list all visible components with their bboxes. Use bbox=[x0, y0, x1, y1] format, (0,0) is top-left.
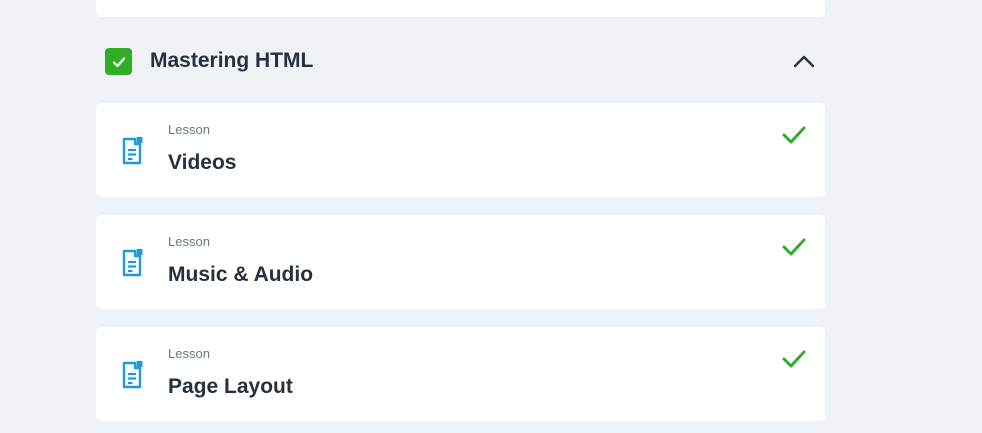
lesson-title: Page Layout bbox=[168, 375, 293, 398]
completed-check-icon bbox=[782, 350, 806, 368]
document-icon bbox=[122, 137, 143, 165]
section-complete-checkbox[interactable] bbox=[105, 48, 132, 75]
lesson-type-label: Lesson bbox=[168, 234, 210, 249]
section-header[interactable]: Mastering HTML bbox=[96, 40, 825, 82]
section-title: Mastering HTML bbox=[150, 49, 314, 72]
lesson-title: Videos bbox=[168, 151, 237, 174]
lesson-title: Music & Audio bbox=[168, 263, 314, 286]
completed-check-icon bbox=[782, 126, 806, 144]
lesson-item-videos[interactable]: Lesson Videos bbox=[96, 103, 825, 197]
completed-check-icon bbox=[782, 238, 806, 256]
chevron-up-icon bbox=[793, 55, 815, 68]
check-icon bbox=[112, 56, 125, 67]
lesson-item-page-layout[interactable]: Lesson Page Layout bbox=[96, 327, 825, 421]
document-icon bbox=[122, 249, 143, 277]
lesson-item-music-audio[interactable]: Lesson Music & Audio bbox=[96, 215, 825, 309]
previous-section-card bbox=[96, 0, 825, 17]
document-icon bbox=[122, 361, 143, 389]
lesson-type-label: Lesson bbox=[168, 346, 210, 361]
course-outline: Mastering HTML Lesson Videos Lesson Musi… bbox=[0, 0, 982, 433]
collapse-section-button[interactable] bbox=[791, 48, 817, 74]
lesson-type-label: Lesson bbox=[168, 122, 210, 137]
